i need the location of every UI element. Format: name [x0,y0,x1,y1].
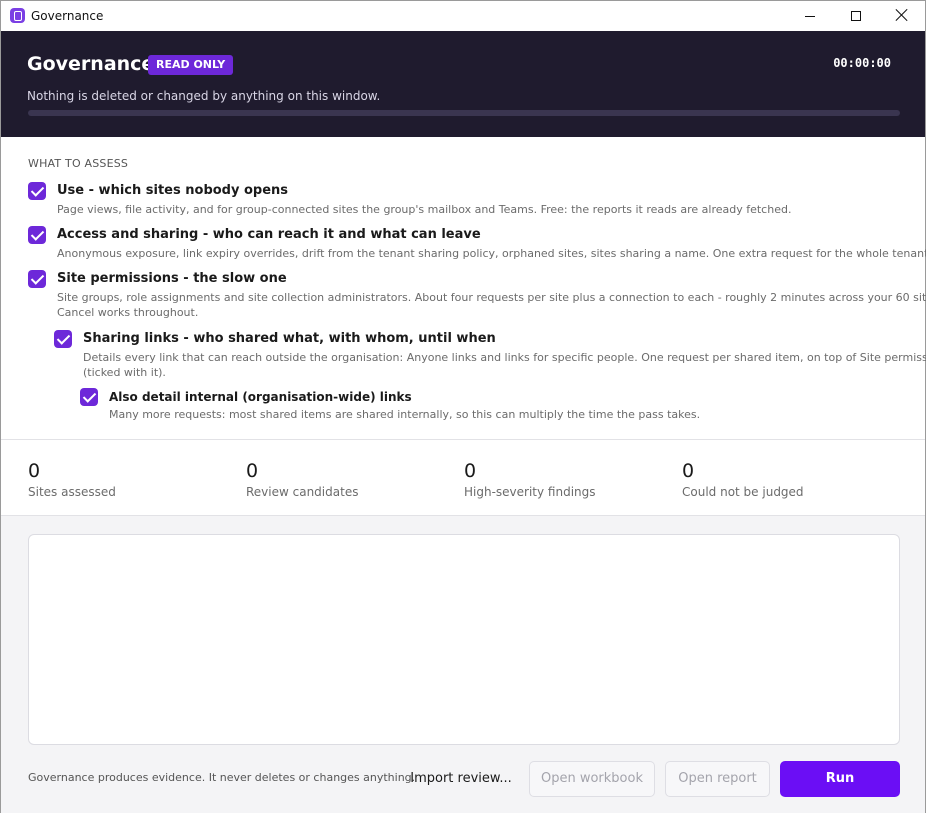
page-title: Governance [27,53,155,75]
option-site-permissions-desc: Site groups, role assignments and site c… [57,290,926,320]
output-log-panel[interactable] [28,534,900,745]
stat-review-candidates: 0 Review candidates [246,460,446,499]
open-report-button[interactable]: Open report [665,761,770,797]
read-only-badge: READ ONLY [148,55,234,75]
import-review-button[interactable]: Import review... [407,761,515,797]
minimize-icon [805,16,815,17]
header-subtitle: Nothing is deleted or changed by anythin… [27,89,381,103]
stat-label: High-severity findings [464,485,596,499]
option-sharing-links-desc-line-2: (ticked with it). [83,366,166,379]
stat-sites-assessed: 0 Sites assessed [28,460,228,499]
section-label-what-to-assess: WHAT TO ASSESS [28,157,129,170]
header-panel: Governance READ ONLY 00:00:00 Nothing is… [1,31,925,137]
progress-bar [28,110,900,116]
checkbox-sharing-links[interactable] [54,330,72,348]
elapsed-timer: 00:00:00 [833,56,891,70]
stat-label: Sites assessed [28,485,116,499]
option-site-permissions-title: Site permissions - the slow one [57,271,287,286]
option-sharing-links-desc: Details every link that can reach outsid… [83,350,926,380]
stat-value: 0 [246,460,259,482]
open-workbook-button[interactable]: Open workbook [529,761,655,797]
option-internal-links-desc-line: Many more requests: most shared items ar… [109,408,701,421]
option-internal-links-desc: Many more requests: most shared items ar… [109,407,700,422]
close-icon [895,8,909,22]
stat-value: 0 [464,460,477,482]
maximize-icon [851,11,861,21]
stat-label: Review candidates [246,485,359,499]
option-site-permissions-desc-line-1: Site groups, role assignments and site c… [57,291,926,304]
checkbox-site-permissions[interactable] [28,270,46,288]
option-use-desc: Page views, file activity, and for group… [57,202,791,217]
option-access-sharing-desc: Anonymous exposure, link expiry override… [57,246,926,261]
option-access-sharing-desc-line: Anonymous exposure, link expiry override… [57,247,926,260]
option-internal-links-title: Also detail internal (organisation-wide)… [109,390,412,404]
footer-note: Governance produces evidence. It never d… [28,771,416,784]
option-sharing-links-title: Sharing links - who shared what, with wh… [83,331,496,346]
stat-high-severity-findings: 0 High-severity findings [464,460,664,499]
stat-could-not-be-judged: 0 Could not be judged [682,460,882,499]
option-access-sharing-title: Access and sharing - who can reach it an… [57,227,481,242]
checkbox-internal-links[interactable] [80,388,98,406]
app-icon [10,8,25,23]
close-button[interactable] [879,1,925,31]
option-sharing-links-desc-line-1: Details every link that can reach outsid… [83,351,926,364]
window-title: Governance [31,9,104,23]
bottom-panel: Governance produces evidence. It never d… [1,516,925,813]
checkbox-access-sharing[interactable] [28,226,46,244]
stat-label: Could not be judged [682,485,804,499]
title-bar: Governance [1,1,925,31]
run-button[interactable]: Run [780,761,900,797]
stat-value: 0 [682,460,695,482]
option-use-desc-line: Page views, file activity, and for group… [57,203,792,216]
divider-options [1,439,925,440]
governance-window: Governance Governance READ ONLY 00:00:00… [0,0,926,813]
checkbox-use[interactable] [28,182,46,200]
option-site-permissions-desc-line-2: Cancel works throughout. [57,306,199,319]
option-use-title: Use - which sites nobody opens [57,183,289,198]
maximize-button[interactable] [833,1,879,31]
stat-value: 0 [28,460,41,482]
minimize-button[interactable] [787,1,833,31]
